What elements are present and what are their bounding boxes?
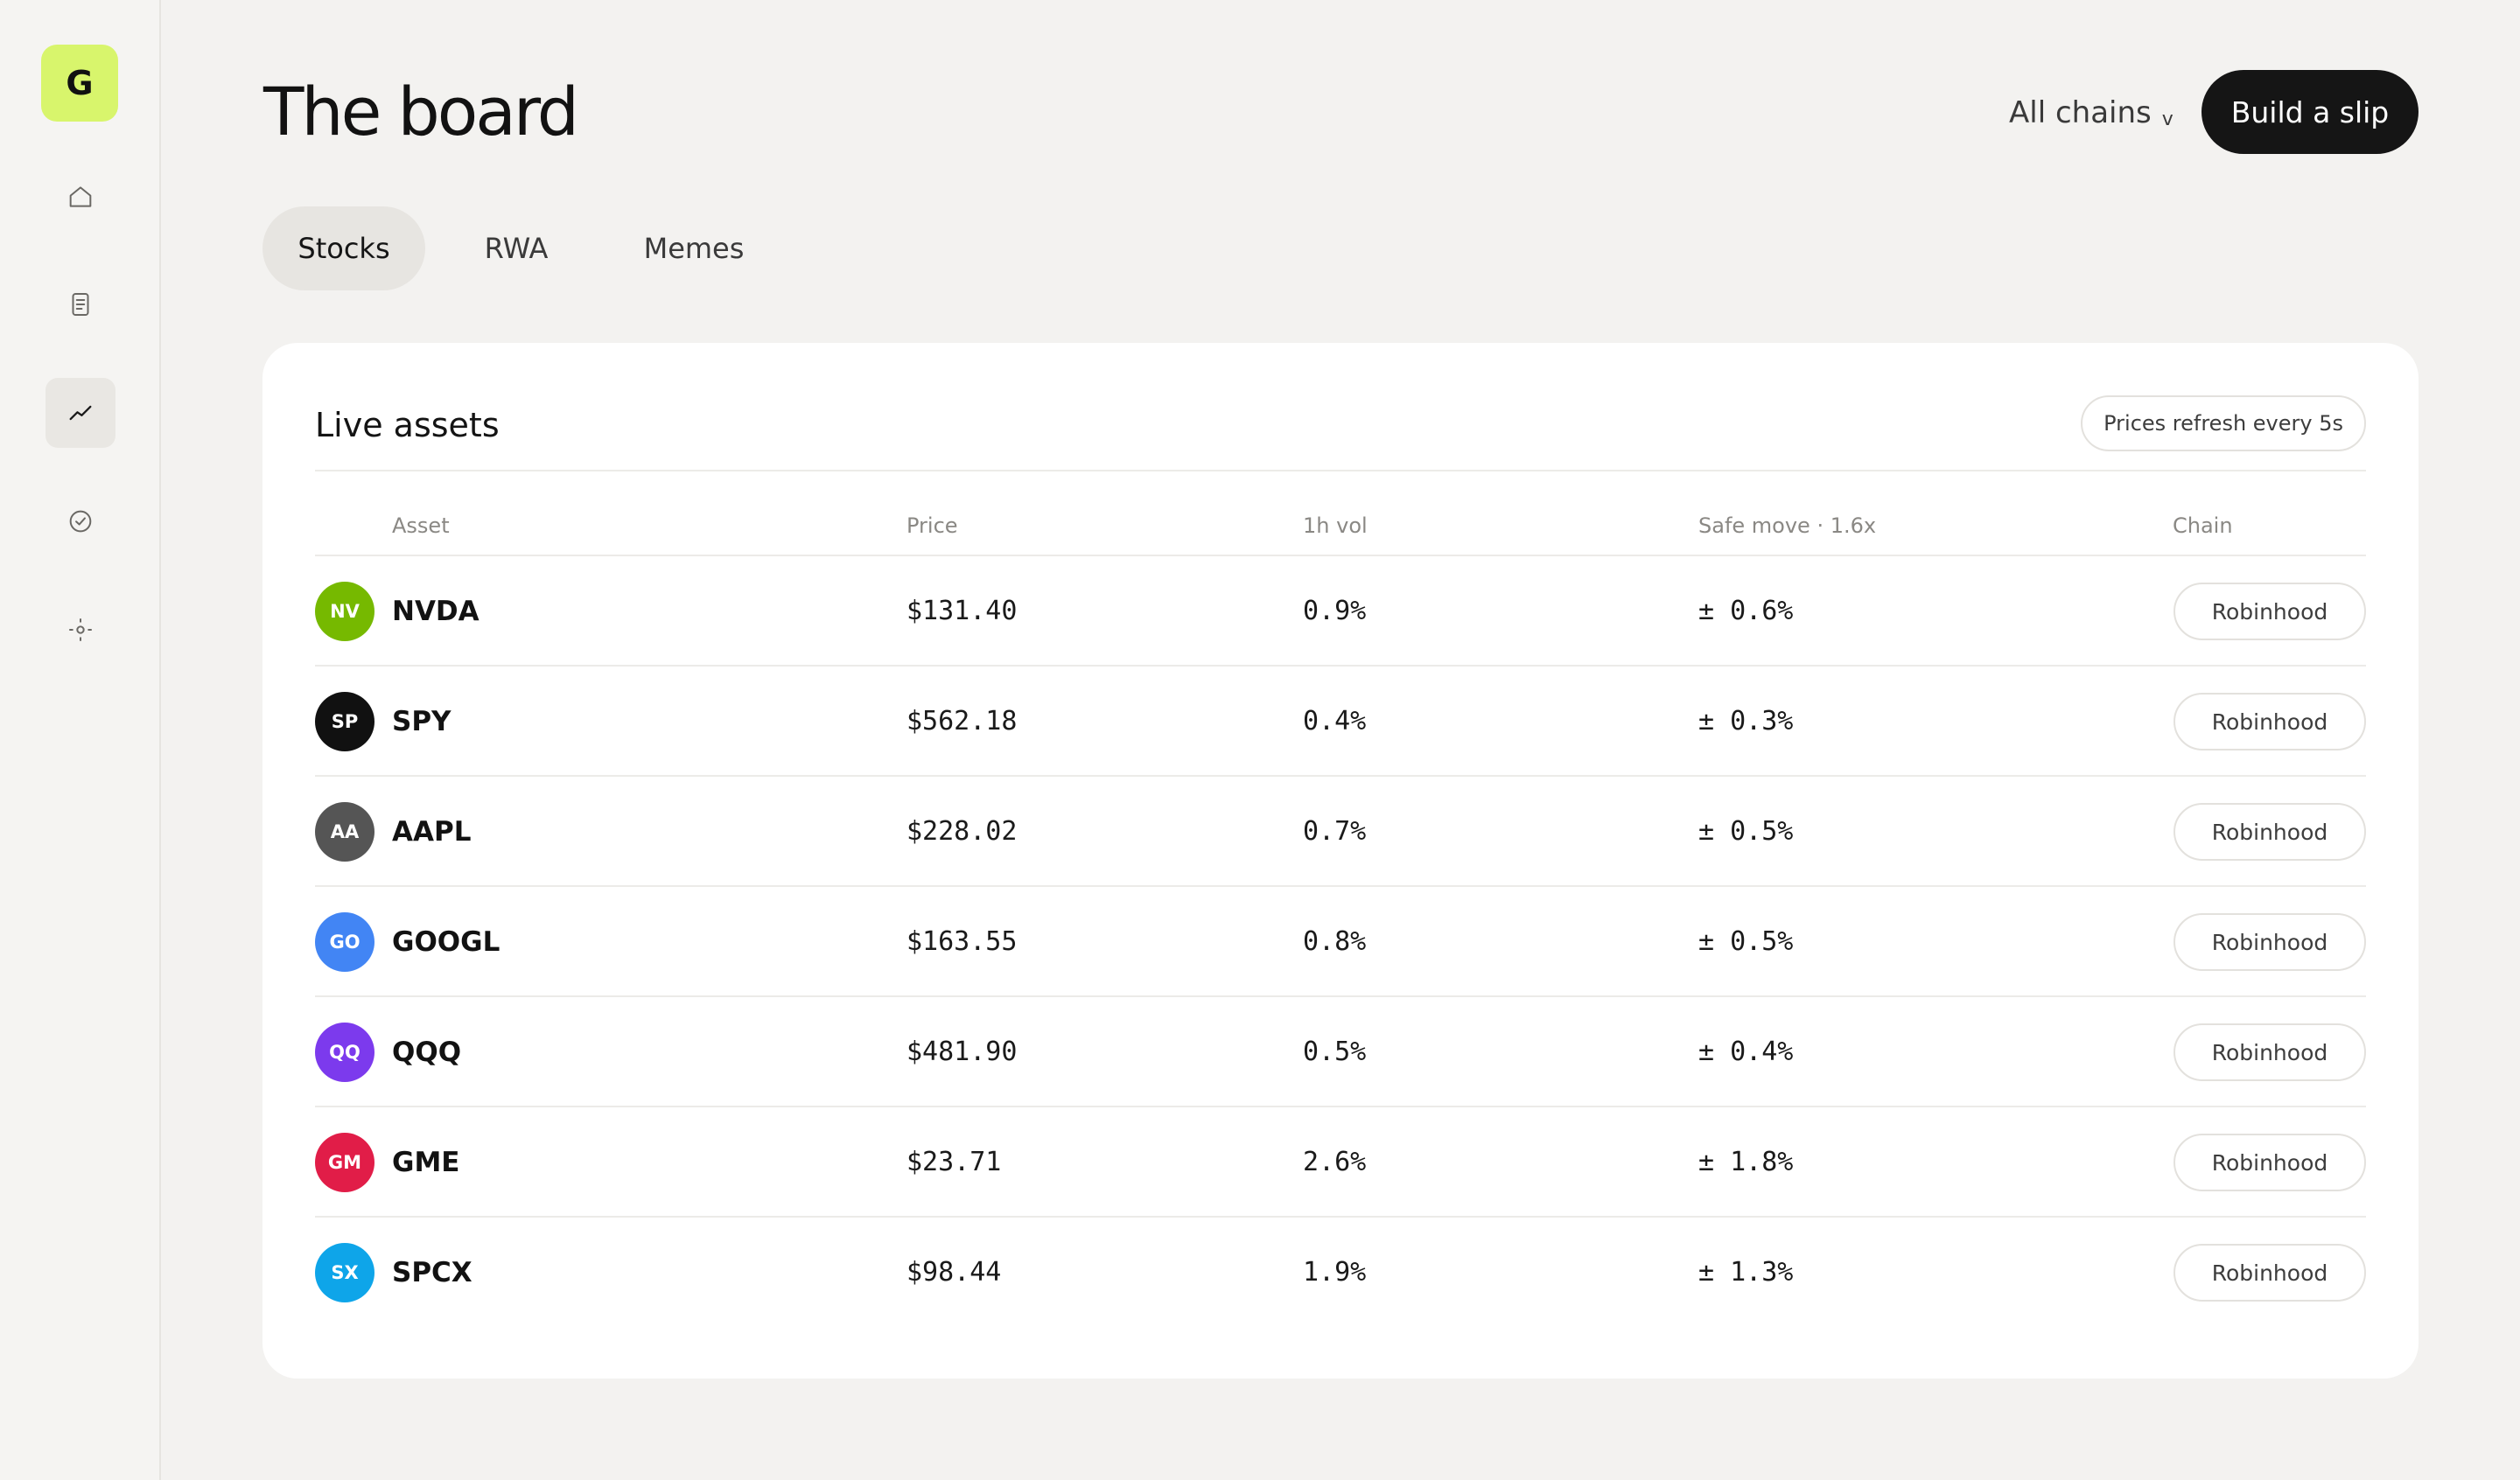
asset-ticker: AAPL xyxy=(392,816,472,848)
chain-badge[interactable]: Robinhood xyxy=(2174,1134,2366,1191)
build-slip-button[interactable]: Build a slip xyxy=(2202,70,2418,154)
chain-badge[interactable]: Robinhood xyxy=(2174,583,2366,640)
header-divider xyxy=(315,470,2366,471)
asset-price: $23.71 xyxy=(906,1147,1002,1177)
chain-label: Robinhood xyxy=(2211,929,2328,955)
asset-initials: GM xyxy=(327,1152,362,1173)
table-row[interactable]: SP SPY $562.18 0.4% ± 0.3% Robinhood xyxy=(315,665,2366,775)
asset-ticker: QQQ xyxy=(392,1037,462,1068)
asset-avatar: QQ xyxy=(315,1023,374,1082)
asset-avatar: GO xyxy=(315,912,374,972)
asset-safe-move: ± 1.3% xyxy=(1698,1257,1794,1288)
asset-initials: SP xyxy=(331,711,359,732)
asset-avatar: NV xyxy=(315,582,374,641)
tab-label: Memes xyxy=(643,232,745,265)
app-logo[interactable]: G xyxy=(41,45,118,122)
asset-price: $562.18 xyxy=(906,706,1018,737)
asset-table: NV NVDA $131.40 0.9% ± 0.6% Robinhood SP… xyxy=(315,555,2366,1326)
table-row[interactable]: SX SPCX $98.44 1.9% ± 1.3% Robinhood xyxy=(315,1216,2366,1326)
home-icon xyxy=(69,186,92,207)
asset-price: $131.40 xyxy=(906,596,1018,626)
asset-vol: 0.7% xyxy=(1303,816,1367,847)
chain-badge[interactable]: Robinhood xyxy=(2174,693,2366,750)
live-assets-card: Live assets Prices refresh every 5s Asse… xyxy=(262,343,2418,1379)
table-row[interactable]: NV NVDA $131.40 0.9% ± 0.6% Robinhood xyxy=(315,555,2366,665)
asset-ticker: SPCX xyxy=(392,1257,472,1288)
table-row[interactable]: GO GOOGL $163.55 0.8% ± 0.5% Robinhood xyxy=(315,885,2366,995)
asset-avatar: SX xyxy=(315,1243,374,1302)
document-icon xyxy=(72,292,89,317)
asset-initials: QQ xyxy=(329,1042,360,1063)
chain-label: Robinhood xyxy=(2211,1149,2328,1176)
asset-price: $98.44 xyxy=(906,1257,1002,1288)
asset-initials: SX xyxy=(331,1262,359,1283)
sidebar: G xyxy=(0,0,161,1480)
refresh-note-badge: Prices refresh every 5s xyxy=(2081,395,2366,451)
chain-badge[interactable]: Robinhood xyxy=(2174,913,2366,971)
refresh-note-text: Prices refresh every 5s xyxy=(2104,411,2343,436)
column-header-chain: Chain xyxy=(2173,513,2233,538)
asset-safe-move: ± 1.8% xyxy=(1698,1147,1794,1177)
asset-ticker: GME xyxy=(392,1147,460,1178)
asset-avatar: AA xyxy=(315,802,374,862)
tab-stocks[interactable]: Stocks xyxy=(262,206,425,290)
page-title: The board xyxy=(263,73,579,150)
asset-safe-move: ± 0.6% xyxy=(1698,596,1794,626)
chain-badge[interactable]: Robinhood xyxy=(2174,803,2366,861)
table-row[interactable]: QQ QQQ $481.90 0.5% ± 0.4% Robinhood xyxy=(315,995,2366,1106)
asset-price: $481.90 xyxy=(906,1037,1018,1067)
sidebar-item-settled[interactable] xyxy=(46,486,116,556)
chain-badge[interactable]: Robinhood xyxy=(2174,1244,2366,1302)
asset-ticker: GOOGL xyxy=(392,926,500,958)
asset-initials: GO xyxy=(329,932,360,953)
asset-price: $163.55 xyxy=(906,926,1018,957)
asset-vol: 2.6% xyxy=(1303,1147,1367,1177)
chain-label: Robinhood xyxy=(2211,598,2328,625)
chain-badge[interactable]: Robinhood xyxy=(2174,1023,2366,1081)
tab-label: Stocks xyxy=(298,232,390,265)
chain-filter-label: All chains xyxy=(2009,95,2152,130)
tab-rwa[interactable]: RWA xyxy=(446,206,586,290)
asset-vol: 1.9% xyxy=(1303,1257,1367,1288)
tab-label: RWA xyxy=(484,232,549,265)
chevron-down-icon: v xyxy=(2161,108,2174,130)
table-row[interactable]: AA AAPL $228.02 0.7% ± 0.5% Robinhood xyxy=(315,775,2366,885)
sidebar-item-board[interactable] xyxy=(46,378,116,448)
asset-vol: 0.9% xyxy=(1303,596,1367,626)
asset-ticker: NVDA xyxy=(392,596,480,627)
asset-avatar: GM xyxy=(315,1133,374,1192)
chain-label: Robinhood xyxy=(2211,819,2328,845)
chain-filter-dropdown[interactable]: All chains v xyxy=(2009,91,2174,135)
asset-avatar: SP xyxy=(315,692,374,751)
asset-initials: AA xyxy=(330,821,360,842)
sidebar-item-home[interactable] xyxy=(46,162,116,232)
asset-safe-move: ± 0.4% xyxy=(1698,1037,1794,1067)
chain-label: Robinhood xyxy=(2211,1260,2328,1286)
asset-safe-move: ± 0.5% xyxy=(1698,926,1794,957)
asset-vol: 0.8% xyxy=(1303,926,1367,957)
asset-safe-move: ± 0.3% xyxy=(1698,706,1794,737)
asset-safe-move: ± 0.5% xyxy=(1698,816,1794,847)
column-header-safe-move: Safe move · 1.6x xyxy=(1698,513,1877,538)
asset-ticker: SPY xyxy=(392,706,452,737)
chain-label: Robinhood xyxy=(2211,1039,2328,1065)
column-header-asset: Asset xyxy=(392,513,450,538)
chain-label: Robinhood xyxy=(2211,709,2328,735)
asset-initials: NV xyxy=(330,601,360,622)
asset-price: $228.02 xyxy=(906,816,1018,847)
sun-icon xyxy=(68,618,93,642)
asset-vol: 0.4% xyxy=(1303,706,1367,737)
tab-memes[interactable]: Memes xyxy=(612,206,775,290)
table-row[interactable]: GM GME $23.71 2.6% ± 1.8% Robinhood xyxy=(315,1106,2366,1216)
column-header-vol: 1h vol xyxy=(1303,513,1368,538)
asset-vol: 0.5% xyxy=(1303,1037,1367,1067)
sidebar-item-settings[interactable] xyxy=(46,595,116,665)
card-title: Live assets xyxy=(315,406,500,444)
sidebar-item-slips[interactable] xyxy=(46,269,116,339)
column-header-price: Price xyxy=(906,513,958,538)
logo-letter: G xyxy=(66,64,94,102)
check-circle-icon xyxy=(69,510,92,533)
trend-icon xyxy=(69,405,92,421)
